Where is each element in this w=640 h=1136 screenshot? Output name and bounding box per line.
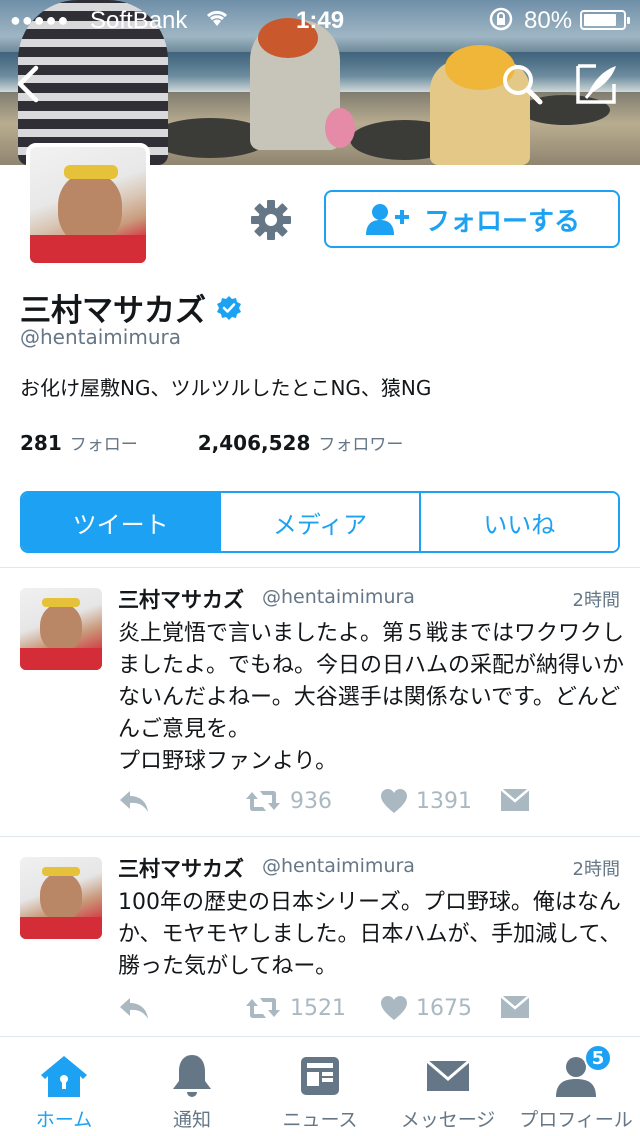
envelope-icon xyxy=(500,995,530,1018)
tweet-avatar[interactable] xyxy=(20,857,102,939)
like-button[interactable]: 1675 xyxy=(380,995,472,1021)
tab-bar-home-label: ホーム xyxy=(35,1109,93,1131)
tweet-text-signature: プロ野球ファンより。 xyxy=(118,749,338,774)
news-icon xyxy=(301,1057,339,1095)
heart-icon xyxy=(381,789,407,813)
tweet-author-handle: @hentaimimura xyxy=(262,586,415,608)
retweet-count: 936 xyxy=(290,788,332,814)
tweet-avatar[interactable] xyxy=(20,588,102,670)
profile-avatar[interactable] xyxy=(26,143,150,267)
search-icon xyxy=(503,65,543,105)
tab-bar-profile[interactable]: プロフィール xyxy=(512,1037,640,1136)
profile-name: 三村マサカズ xyxy=(20,285,242,330)
like-count: 1391 xyxy=(416,788,472,814)
direct-message-button[interactable] xyxy=(500,995,530,1019)
tweet-timestamp: 2時間 xyxy=(572,590,620,611)
profile-handle: @hentaimimura xyxy=(20,325,181,349)
follow-button[interactable]: フォローする xyxy=(324,190,620,248)
like-button[interactable]: 1391 xyxy=(380,788,472,814)
tab-bar-messages[interactable]: メッセージ xyxy=(384,1037,512,1136)
tweet-text-body: 炎上覚悟で言いましたよ。第５戦まではワクワクしましたよ。でもね。今日の日ハムの采… xyxy=(118,621,625,742)
profile-notification-badge: 5 xyxy=(584,1044,612,1072)
envelope-icon xyxy=(426,1059,470,1091)
battery-icon xyxy=(580,10,630,30)
tab-tweets[interactable]: ツイート xyxy=(22,493,220,551)
reply-icon xyxy=(120,791,148,812)
tab-bar-notifications-label: 通知 xyxy=(172,1109,211,1131)
bell-icon xyxy=(173,1055,211,1097)
tab-likes[interactable]: いいね xyxy=(418,493,618,551)
retweet-icon xyxy=(246,998,280,1018)
profile-bio: お化け屋敷NG、ツルツルしたとこNG、猿NG xyxy=(20,376,432,400)
following-stat[interactable]: 281 フォロー xyxy=(20,430,138,455)
follow-button-label: フォローする xyxy=(423,205,580,236)
home-icon xyxy=(41,1056,87,1097)
followers-label: フォロワー xyxy=(318,435,404,455)
chevron-left-icon xyxy=(17,65,39,103)
like-count: 1675 xyxy=(416,995,472,1021)
retweet-button[interactable]: 936 xyxy=(244,788,332,814)
display-name: 三村マサカズ xyxy=(20,293,206,329)
search-button[interactable] xyxy=(500,62,544,106)
tab-media[interactable]: メディア xyxy=(219,493,419,551)
tweet-actions: 936 1391 xyxy=(118,788,538,822)
direct-message-button[interactable] xyxy=(500,788,530,812)
back-button[interactable] xyxy=(10,62,46,106)
following-count: 281 xyxy=(20,431,62,455)
retweet-button[interactable]: 1521 xyxy=(244,995,346,1021)
tweet-author-handle: @hentaimimura xyxy=(262,855,415,877)
retweet-count: 1521 xyxy=(290,995,346,1021)
wifi-icon xyxy=(204,6,230,37)
compose-feather-icon xyxy=(576,64,616,104)
rotation-lock-icon xyxy=(488,6,514,39)
tweet-text: 炎上覚悟で言いましたよ。第５戦まではワクワクしましたよ。でもね。今日の日ハムの采… xyxy=(118,618,628,746)
tweet-timestamp: 2時間 xyxy=(572,859,620,880)
tweet-actions: 1521 1675 xyxy=(118,995,538,1029)
bottom-tab-bar: ホーム 通知 ニュース メッセージ プロフィール xyxy=(0,1036,640,1136)
tweet-author-name: 三村マサカズ xyxy=(118,588,244,612)
tab-bar-messages-label: メッセージ xyxy=(400,1109,496,1131)
retweet-icon xyxy=(246,791,280,811)
followers-count: 2,406,528 xyxy=(197,431,311,455)
battery-percentage: 80% xyxy=(524,7,573,34)
profile-tabs: ツイート メディア いいね xyxy=(20,491,620,553)
heart-icon xyxy=(381,996,407,1020)
tab-bar-notifications[interactable]: 通知 xyxy=(128,1037,256,1136)
carrier-name: SoftBank xyxy=(90,7,188,34)
followers-stat[interactable]: 2,406,528 フォロワー xyxy=(198,430,404,455)
gear-icon xyxy=(251,200,291,240)
tab-bar-news[interactable]: ニュース xyxy=(256,1037,384,1136)
tweet-item[interactable]: 三村マサカズ @hentaimimura 2時間 炎上覚悟で言いましたよ。第５戦… xyxy=(0,568,640,836)
verified-badge-icon xyxy=(217,295,241,320)
compose-tweet-button[interactable] xyxy=(574,62,618,106)
following-label: フォロー xyxy=(69,435,138,455)
tweet-author-name: 三村マサカズ xyxy=(118,857,244,881)
tweet-item[interactable]: 三村マサカズ @hentaimimura 2時間 100年の歴史の日本シリーズ。… xyxy=(0,837,640,1035)
settings-button[interactable] xyxy=(250,199,292,241)
add-user-icon xyxy=(365,204,409,235)
tab-bar-news-label: ニュース xyxy=(282,1109,358,1131)
clock: 1:49 xyxy=(296,7,345,34)
reply-button[interactable] xyxy=(118,788,150,814)
reply-icon xyxy=(120,998,148,1019)
reply-button[interactable] xyxy=(118,995,150,1021)
tab-bar-home[interactable]: ホーム xyxy=(0,1037,128,1136)
tab-bar-profile-label: プロフィール xyxy=(519,1109,633,1131)
status-bar: ●●●●● SoftBank 1:49 80% xyxy=(0,0,640,40)
tweet-text: 100年の歴史の日本シリーズ。プロ野球。俺はなんか、モヤモヤしました。日本ハムが… xyxy=(118,890,622,979)
follow-stats: 281 フォロー 2,406,528 フォロワー xyxy=(20,430,403,455)
signal-strength-icon: ●●●●● xyxy=(10,10,70,30)
envelope-icon xyxy=(500,788,530,811)
